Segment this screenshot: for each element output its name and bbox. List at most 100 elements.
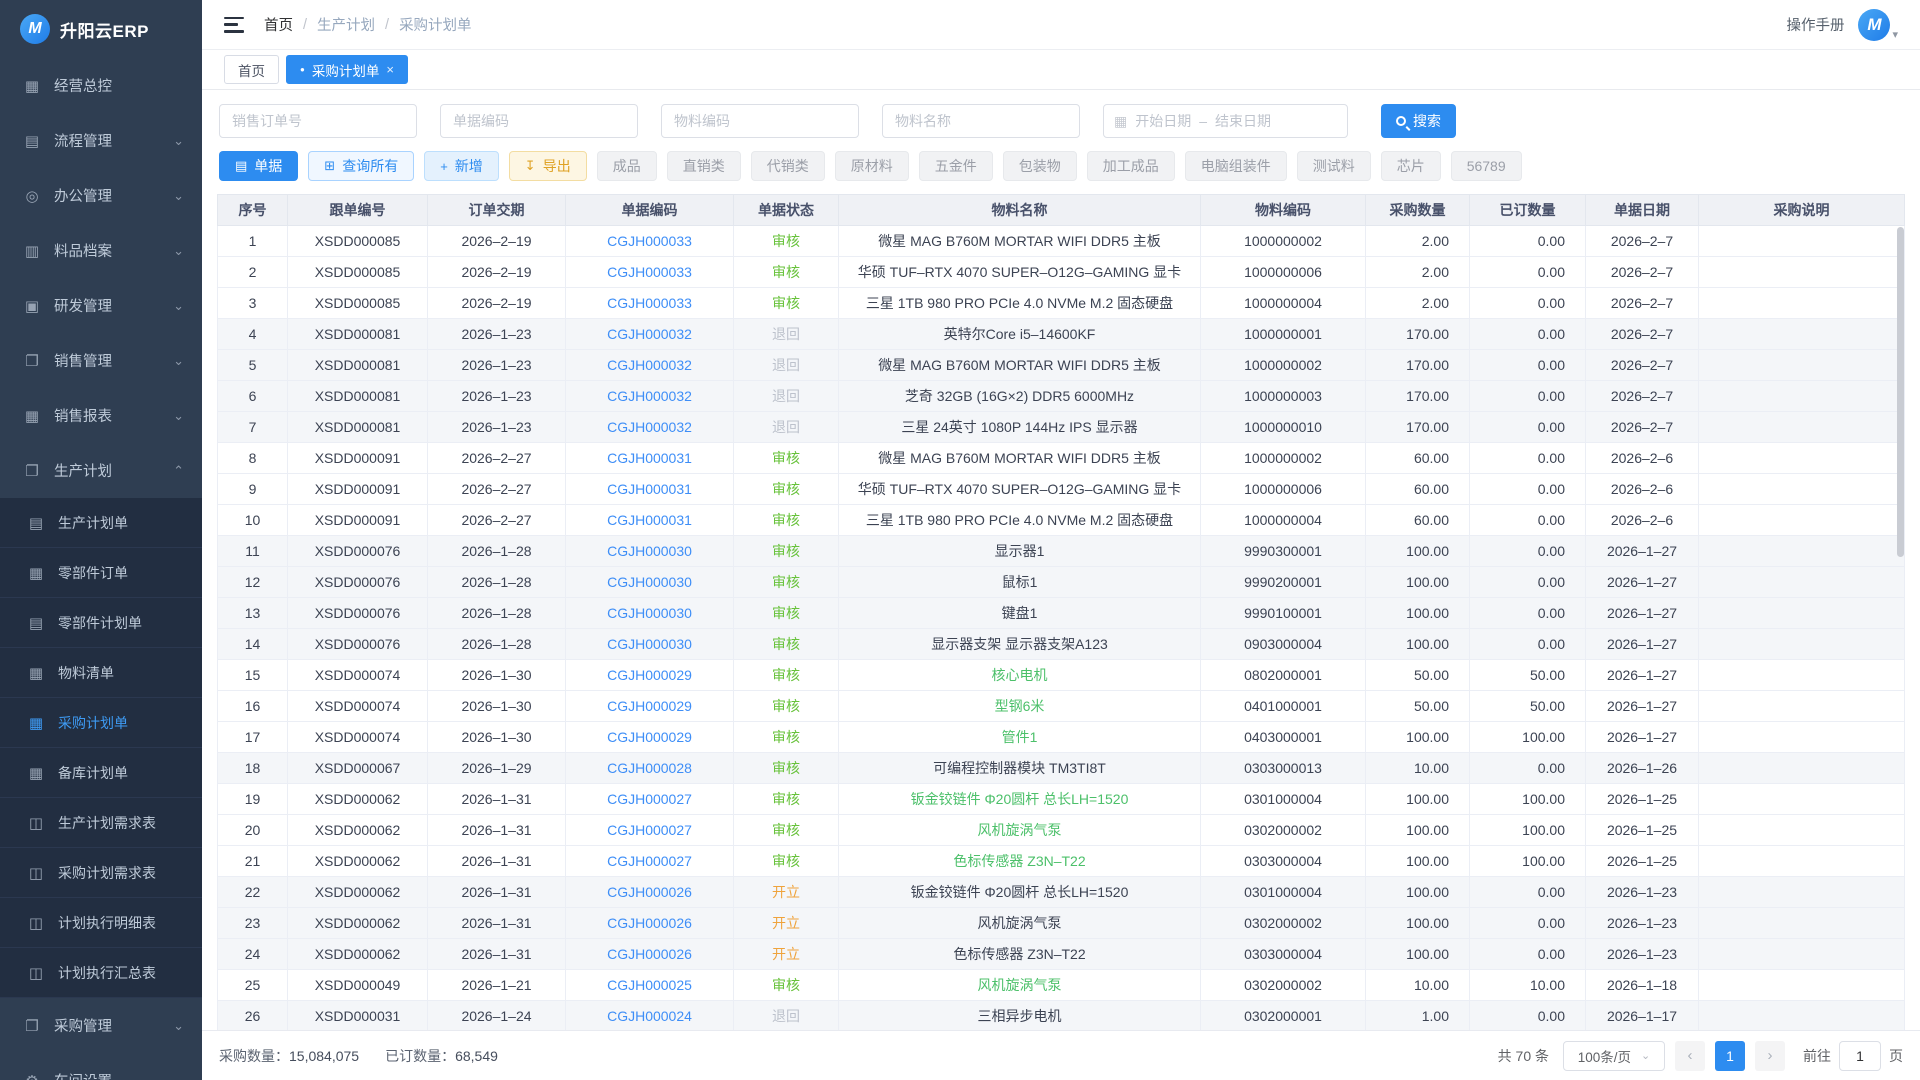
user-menu[interactable]: M ▾ [1858, 9, 1898, 41]
table-row[interactable]: 26 XSDD000031 2026–1–24 CGJH000024 退回 三相… [218, 1001, 1905, 1031]
table-row[interactable]: 14 XSDD000076 2026–1–28 CGJH000030 审核 显示… [218, 629, 1905, 660]
sidebar-item[interactable]: ▥ 料品档案 ⌄ [0, 223, 202, 278]
doc-code-link[interactable]: CGJH000029 [607, 667, 692, 683]
goto-page-input[interactable] [1839, 1041, 1881, 1071]
doc-code-link[interactable]: CGJH000026 [607, 946, 692, 962]
table-row[interactable]: 2 XSDD000085 2026–2–19 CGJH000033 审核 华硕 … [218, 257, 1905, 288]
doc-code-link[interactable]: CGJH000024 [607, 1008, 692, 1024]
table-row[interactable]: 7 XSDD000081 2026–1–23 CGJH000032 退回 三星 … [218, 412, 1905, 443]
doc-code-link[interactable]: CGJH000032 [607, 326, 692, 342]
table-row[interactable]: 6 XSDD000081 2026–1–23 CGJH000032 退回 芝奇 … [218, 381, 1905, 412]
table-row[interactable]: 18 XSDD000067 2026–1–29 CGJH000028 审核 可编… [218, 753, 1905, 784]
doc-code-link[interactable]: CGJH000030 [607, 543, 692, 559]
sidebar-item[interactable]: ▦ 零部件订单 [0, 548, 202, 598]
action-button[interactable]: + 新增 [424, 151, 499, 181]
table-row[interactable]: 22 XSDD000062 2026–1–31 CGJH000026 开立 钣金… [218, 877, 1905, 908]
doc-code-link[interactable]: CGJH000032 [607, 419, 692, 435]
doc-code-link[interactable]: CGJH000033 [607, 295, 692, 311]
filter-input[interactable] [882, 104, 1080, 138]
sidebar-item[interactable]: ▣ 研发管理 ⌄ [0, 278, 202, 333]
doc-code-link[interactable]: CGJH000030 [607, 636, 692, 652]
action-button[interactable]: 原材料 [835, 151, 909, 181]
sidebar-item[interactable]: ◫ 计划执行汇总表 [0, 948, 202, 998]
page-tab[interactable]: ● 采购计划单 × [286, 55, 408, 84]
table-row[interactable]: 15 XSDD000074 2026–1–30 CGJH000029 审核 核心… [218, 660, 1905, 691]
filter-input[interactable] [219, 104, 417, 138]
table-scrollbar-thumb[interactable] [1897, 227, 1904, 557]
doc-code-link[interactable]: CGJH000033 [607, 264, 692, 280]
table-row[interactable]: 9 XSDD000091 2026–2–27 CGJH000031 审核 华硕 … [218, 474, 1905, 505]
table-row[interactable]: 20 XSDD000062 2026–1–31 CGJH000027 审核 风机… [218, 815, 1905, 846]
sidebar-item[interactable]: ▦ 经营总控 [0, 58, 202, 113]
breadcrumb-item[interactable]: 采购计划单 [399, 14, 472, 35]
table-row[interactable]: 1 XSDD000085 2026–2–19 CGJH000033 审核 微星 … [218, 226, 1905, 257]
avatar[interactable]: M [1858, 9, 1890, 41]
doc-code-link[interactable]: CGJH000031 [607, 512, 692, 528]
search-button[interactable]: 搜索 [1381, 104, 1456, 138]
doc-code-link[interactable]: CGJH000031 [607, 450, 692, 466]
date-range-picker[interactable]: ▦ 开始日期 – 结束日期 [1103, 104, 1348, 138]
sidebar-item[interactable]: ◫ 计划执行明细表 [0, 898, 202, 948]
table-row[interactable]: 11 XSDD000076 2026–1–28 CGJH000030 审核 显示… [218, 536, 1905, 567]
sidebar-item[interactable]: ▦ 采购计划单 [0, 698, 202, 748]
doc-code-link[interactable]: CGJH000027 [607, 791, 692, 807]
doc-code-link[interactable]: CGJH000032 [607, 388, 692, 404]
table-row[interactable]: 10 XSDD000091 2026–2–27 CGJH000031 审核 三星… [218, 505, 1905, 536]
doc-code-link[interactable]: CGJH000030 [607, 605, 692, 621]
action-button[interactable]: 电脑组装件 [1185, 151, 1287, 181]
sidebar-item[interactable]: ❐ 采购管理 ⌄ [0, 998, 202, 1053]
doc-code-link[interactable]: CGJH000026 [607, 915, 692, 931]
breadcrumb-item[interactable]: 生产计划 [317, 14, 375, 35]
action-button[interactable]: 芯片 [1381, 151, 1441, 181]
table-row[interactable]: 23 XSDD000062 2026–1–31 CGJH000026 开立 风机… [218, 908, 1905, 939]
table-row[interactable]: 19 XSDD000062 2026–1–31 CGJH000027 审核 钣金… [218, 784, 1905, 815]
sidebar-item[interactable]: ◫ 采购计划需求表 [0, 848, 202, 898]
current-page-button[interactable]: 1 [1715, 1041, 1745, 1071]
table-row[interactable]: 21 XSDD000062 2026–1–31 CGJH000027 审核 色标… [218, 846, 1905, 877]
action-button[interactable]: 56789 [1451, 151, 1522, 181]
table-row[interactable]: 8 XSDD000091 2026–2–27 CGJH000031 审核 微星 … [218, 443, 1905, 474]
action-button[interactable]: ▤ 单据 [219, 151, 298, 181]
page-tab[interactable]: 首页 [224, 55, 279, 84]
action-button[interactable]: 五金件 [919, 151, 993, 181]
doc-code-link[interactable]: CGJH000027 [607, 822, 692, 838]
sidebar-fold-icon[interactable] [224, 17, 244, 33]
table-row[interactable]: 25 XSDD000049 2026–1–21 CGJH000025 审核 风机… [218, 970, 1905, 1001]
action-button[interactable]: 成品 [597, 151, 657, 181]
doc-code-link[interactable]: CGJH000028 [607, 760, 692, 776]
sidebar-item[interactable]: ▦ 备库计划单 [0, 748, 202, 798]
filter-input[interactable] [440, 104, 638, 138]
doc-code-link[interactable]: CGJH000025 [607, 977, 692, 993]
action-button[interactable]: 加工成品 [1087, 151, 1175, 181]
table-row[interactable]: 5 XSDD000081 2026–1–23 CGJH000032 退回 微星 … [218, 350, 1905, 381]
sidebar-item[interactable]: ⚙ 车间设置 ⌄ [0, 1053, 202, 1080]
breadcrumb-item[interactable]: 首页 [264, 14, 293, 35]
doc-code-link[interactable]: CGJH000027 [607, 853, 692, 869]
table-row[interactable]: 3 XSDD000085 2026–2–19 CGJH000033 审核 三星 … [218, 288, 1905, 319]
table-row[interactable]: 4 XSDD000081 2026–1–23 CGJH000032 退回 英特尔… [218, 319, 1905, 350]
doc-code-link[interactable]: CGJH000033 [607, 233, 692, 249]
sidebar-item[interactable]: ▤ 零部件计划单 [0, 598, 202, 648]
doc-code-link[interactable]: CGJH000031 [607, 481, 692, 497]
table-row[interactable]: 17 XSDD000074 2026–1–30 CGJH000029 审核 管件… [218, 722, 1905, 753]
doc-code-link[interactable]: CGJH000029 [607, 698, 692, 714]
action-button[interactable]: 测试料 [1297, 151, 1371, 181]
table-row[interactable]: 12 XSDD000076 2026–1–28 CGJH000030 审核 鼠标… [218, 567, 1905, 598]
table-row[interactable]: 16 XSDD000074 2026–1–30 CGJH000029 审核 型钢… [218, 691, 1905, 722]
filter-input[interactable] [661, 104, 859, 138]
action-button[interactable]: ↧ 导出 [509, 151, 587, 181]
sidebar-item[interactable]: ▦ 物料清单 [0, 648, 202, 698]
doc-code-link[interactable]: CGJH000030 [607, 574, 692, 590]
doc-code-link[interactable]: CGJH000029 [607, 729, 692, 745]
tab-close-icon[interactable]: × [386, 62, 394, 77]
sidebar-item[interactable]: ◫ 生产计划需求表 [0, 798, 202, 848]
sidebar-item[interactable]: ▦ 销售报表 ⌄ [0, 388, 202, 443]
sidebar-item[interactable]: ◎ 办公管理 ⌄ [0, 168, 202, 223]
doc-code-link[interactable]: CGJH000026 [607, 884, 692, 900]
sidebar-item[interactable]: ▤ 生产计划单 [0, 498, 202, 548]
manual-link[interactable]: 操作手册 [1786, 14, 1844, 35]
sidebar-item[interactable]: ❐ 生产计划 ⌃ [0, 443, 202, 498]
action-button[interactable]: 直销类 [667, 151, 741, 181]
prev-page-button[interactable]: ‹ [1675, 1041, 1705, 1071]
action-button[interactable]: ⊞ 查询所有 [308, 151, 414, 181]
